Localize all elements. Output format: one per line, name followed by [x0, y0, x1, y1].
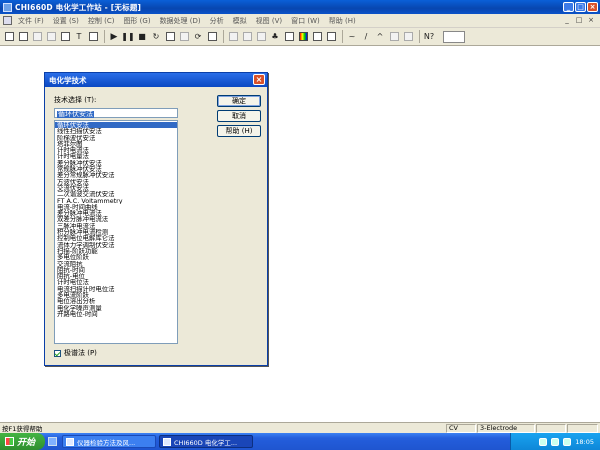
- integrate-icon[interactable]: /: [360, 31, 372, 43]
- status-panel-empty-2: [567, 424, 598, 433]
- chi-app-icon: [163, 437, 171, 446]
- start-label: 开始: [17, 438, 36, 448]
- cancel-button[interactable]: 取消: [217, 110, 261, 122]
- toolbar-separator: [223, 30, 224, 43]
- mdi-restore-button[interactable]: □: [574, 16, 584, 25]
- dialog-title-bar: 电化学技术 ×: [45, 73, 267, 87]
- technique-list-item[interactable]: 开路电位-时间: [55, 311, 177, 317]
- peak-icon[interactable]: ^: [374, 31, 386, 43]
- status-message: 按F1获得帮助: [2, 425, 43, 433]
- app-icon: [3, 2, 12, 12]
- filter-icon[interactable]: [178, 31, 190, 43]
- dialog-title: 电化学技术: [49, 75, 87, 85]
- start-button[interactable]: 开始: [0, 433, 45, 450]
- blank-icon[interactable]: [402, 31, 414, 43]
- menu-bar: 文件 (F) 设置 (S) 控制 (C) 图形 (G) 数据处理 (D) 分析 …: [0, 14, 600, 28]
- technique-select-label: 技术选择 (T):: [54, 96, 97, 104]
- status-panel-empty: [536, 424, 566, 433]
- close-button[interactable]: ×: [587, 2, 598, 12]
- toolbar-dropdown[interactable]: [443, 30, 465, 43]
- new-icon[interactable]: [3, 31, 15, 43]
- pause-icon[interactable]: ❚❚: [121, 31, 134, 43]
- toolbar-separator: [419, 30, 420, 43]
- menu-control[interactable]: 控制 (C): [88, 16, 115, 26]
- save-icon[interactable]: [31, 31, 43, 43]
- graph-icon[interactable]: ♣: [269, 31, 281, 43]
- technique-dialog: 电化学技术 × 技术选择 (T): 循环伏安法 循环伏安法 线性扫描伏安法 阶梯波伏…: [44, 72, 268, 366]
- status-panel-electrode: 3-Electrode: [477, 424, 535, 433]
- baseline-icon[interactable]: [388, 31, 400, 43]
- quicklaunch-icon[interactable]: [48, 437, 57, 446]
- word-doc-icon: [66, 437, 74, 446]
- taskbar-item-word[interactable]: 仪器检验方法及风...: [62, 435, 156, 448]
- cell-icon[interactable]: [164, 31, 176, 43]
- toolbar-separator: [342, 30, 343, 43]
- menu-data-proc[interactable]: 数据处理 (D): [160, 16, 201, 26]
- print-icon[interactable]: [45, 31, 57, 43]
- help-icon[interactable]: N?: [423, 31, 435, 43]
- dialog-close-button[interactable]: ×: [253, 74, 265, 85]
- ok-button[interactable]: 确定: [217, 95, 261, 107]
- clock: 18:05: [575, 437, 594, 446]
- technique-input-value: 循环伏安法: [57, 110, 94, 118]
- status-bar: 按F1获得帮助 CV 3-Electrode: [0, 422, 600, 433]
- polarography-label: 极谱法 (P): [64, 349, 97, 357]
- title-bar: CHI660D 电化学工作站 - [无标题] _ □ ×: [0, 0, 600, 14]
- menu-file[interactable]: 文件 (F): [18, 16, 44, 26]
- add-icon[interactable]: [255, 31, 267, 43]
- minimize-button[interactable]: _: [563, 2, 574, 12]
- menu-view[interactable]: 视图 (V): [256, 16, 282, 26]
- status-panel-technique: CV: [446, 424, 476, 433]
- text-icon[interactable]: T: [73, 31, 85, 43]
- menu-graphics[interactable]: 图形 (G): [123, 16, 150, 26]
- menu-window[interactable]: 窗口 (W): [291, 16, 320, 26]
- polarography-checkbox-row[interactable]: 极谱法 (P): [54, 348, 97, 358]
- document-icon[interactable]: [3, 16, 12, 25]
- reverse-icon[interactable]: ↻: [150, 31, 162, 43]
- technique-icon[interactable]: [59, 31, 71, 43]
- taskbar-item-label: 仪器检验方法及风...: [77, 438, 136, 447]
- system-tray: 18:05: [510, 433, 600, 450]
- mdi-close-button[interactable]: ×: [586, 16, 596, 25]
- chart-icon[interactable]: [283, 31, 295, 43]
- security-icon[interactable]: [563, 437, 572, 446]
- parameters-icon[interactable]: [87, 31, 99, 43]
- menu-setup[interactable]: 设置 (S): [53, 16, 79, 26]
- taskbar: 开始 仪器检验方法及风... CHI660D 电化学工... 18:05: [0, 433, 600, 450]
- menu-analysis[interactable]: 分析: [210, 16, 224, 26]
- window-title: CHI660D 电化学工作站 - [无标题]: [15, 2, 142, 12]
- stop-icon[interactable]: ■: [136, 31, 148, 43]
- maximize-button[interactable]: □: [575, 2, 586, 12]
- run-icon[interactable]: ▶: [108, 31, 120, 43]
- toolbar-separator: [104, 30, 105, 43]
- settings-icon[interactable]: [311, 31, 323, 43]
- menu-help[interactable]: 帮助 (H): [329, 16, 356, 26]
- toolbar: T ▶ ❚❚ ■ ↻ ⟳ ♣ ~ / ^ N?: [0, 28, 600, 46]
- rotate-icon[interactable]: ⟳: [192, 31, 204, 43]
- derivative-icon[interactable]: ~: [346, 31, 358, 43]
- color-icon[interactable]: [297, 31, 309, 43]
- network-icon[interactable]: [539, 437, 548, 446]
- windows-logo-icon: [5, 437, 14, 446]
- help-button[interactable]: 帮助 (H): [217, 125, 261, 137]
- polarography-checkbox[interactable]: [54, 349, 61, 357]
- overlay-icon[interactable]: [241, 31, 253, 43]
- taskbar-item-chi660d[interactable]: CHI660D 电化学工...: [159, 435, 253, 448]
- technique-input[interactable]: 循环伏安法: [54, 108, 178, 118]
- volume-icon[interactable]: [551, 437, 560, 446]
- smooth-icon[interactable]: [325, 31, 337, 43]
- open-icon[interactable]: [17, 31, 29, 43]
- menu-simulation[interactable]: 模拟: [233, 16, 247, 26]
- mdi-minimize-button[interactable]: _: [562, 16, 572, 25]
- technique-list[interactable]: 循环伏安法 线性扫描伏安法 阶梯波伏安法 塔菲尔图 计时电流法 计时电量法 差分脉冲伏安法常…: [54, 120, 178, 344]
- zoom-icon[interactable]: [227, 31, 239, 43]
- taskbar-item-label: CHI660D 电化学工...: [174, 438, 238, 447]
- macro-icon[interactable]: [206, 31, 218, 43]
